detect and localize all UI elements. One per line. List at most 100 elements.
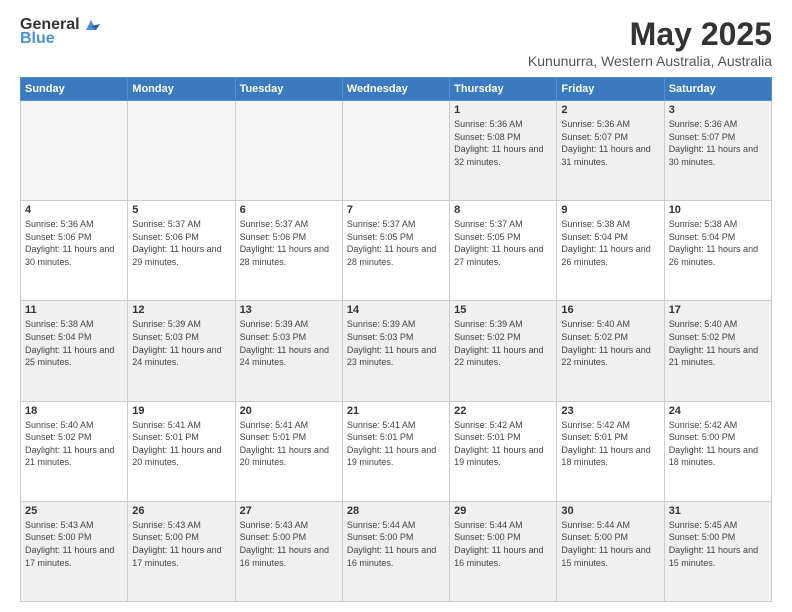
calendar-week-row: 18 Sunrise: 5:40 AM Sunset: 5:02 PM Dayli… xyxy=(21,401,772,501)
day-info: Sunrise: 5:40 AM Sunset: 5:02 PM Dayligh… xyxy=(669,318,767,368)
day-number: 23 xyxy=(561,405,659,417)
table-row: 29 Sunrise: 5:44 AM Sunset: 5:00 PM Dayli… xyxy=(450,501,557,601)
table-row: 14Sunrise: 5:39 AM Sunset: 5:03 PM Dayli… xyxy=(342,301,449,401)
day-number: 18 xyxy=(25,405,123,417)
table-row: 18 Sunrise: 5:40 AM Sunset: 5:02 PM Dayli… xyxy=(21,401,128,501)
logo-icon xyxy=(82,16,100,34)
calendar-header-row: Sunday Monday Tuesday Wednesday Thursday… xyxy=(21,78,772,101)
calendar-week-row: 11Sunrise: 5:38 AM Sunset: 5:04 PM Dayli… xyxy=(21,301,772,401)
header: General Blue May 2025 Kununurra, Western… xyxy=(20,16,772,69)
day-info: Sunrise: 5:44 AM Sunset: 5:00 PM Dayligh… xyxy=(347,519,445,569)
col-thursday: Thursday xyxy=(450,78,557,101)
month-title: May 2025 xyxy=(528,16,772,53)
day-info: Sunrise: 5:37 AM Sunset: 5:05 PM Dayligh… xyxy=(347,218,445,268)
location-title: Kununurra, Western Australia, Australia xyxy=(528,53,772,69)
day-info: Sunrise: 5:43 AM Sunset: 5:00 PM Dayligh… xyxy=(132,519,230,569)
day-number: 10 xyxy=(669,204,767,216)
day-number: 28 xyxy=(347,505,445,517)
day-info: Sunrise: 5:38 AM Sunset: 5:04 PM Dayligh… xyxy=(669,218,767,268)
table-row: 16 Sunrise: 5:40 AM Sunset: 5:02 PM Dayli… xyxy=(557,301,664,401)
day-number: 17 xyxy=(669,304,767,316)
col-sunday: Sunday xyxy=(21,78,128,101)
day-info: Sunrise: 5:40 AM Sunset: 5:02 PM Dayligh… xyxy=(25,419,123,469)
day-info: Sunrise: 5:36 AM Sunset: 5:08 PM Dayligh… xyxy=(454,118,552,168)
day-number: 16 xyxy=(561,304,659,316)
day-info: Sunrise: 5:42 AM Sunset: 5:01 PM Dayligh… xyxy=(454,419,552,469)
day-number: 19 xyxy=(132,405,230,417)
day-number: 31 xyxy=(669,505,767,517)
day-info: Sunrise: 5:41 AM Sunset: 5:01 PM Dayligh… xyxy=(347,419,445,469)
table-row xyxy=(235,101,342,201)
table-row: 20 Sunrise: 5:41 AM Sunset: 5:01 PM Dayli… xyxy=(235,401,342,501)
day-number: 21 xyxy=(347,405,445,417)
day-number: 5 xyxy=(132,204,230,216)
day-number: 26 xyxy=(132,505,230,517)
day-info: Sunrise: 5:37 AM Sunset: 5:06 PM Dayligh… xyxy=(240,218,338,268)
title-block: May 2025 Kununurra, Western Australia, A… xyxy=(528,16,772,69)
day-number: 25 xyxy=(25,505,123,517)
table-row: 22 Sunrise: 5:42 AM Sunset: 5:01 PM Dayli… xyxy=(450,401,557,501)
table-row: 21 Sunrise: 5:41 AM Sunset: 5:01 PM Dayli… xyxy=(342,401,449,501)
day-number: 2 xyxy=(561,104,659,116)
table-row: 1 Sunrise: 5:36 AM Sunset: 5:08 PM Daylig… xyxy=(450,101,557,201)
day-info: Sunrise: 5:38 AM Sunset: 5:04 PM Dayligh… xyxy=(561,218,659,268)
day-number: 8 xyxy=(454,204,552,216)
table-row xyxy=(128,101,235,201)
table-row: 27Sunrise: 5:43 AM Sunset: 5:00 PM Dayli… xyxy=(235,501,342,601)
day-number: 7 xyxy=(347,204,445,216)
day-number: 4 xyxy=(25,204,123,216)
day-info: Sunrise: 5:40 AM Sunset: 5:02 PM Dayligh… xyxy=(561,318,659,368)
day-info: Sunrise: 5:36 AM Sunset: 5:07 PM Dayligh… xyxy=(561,118,659,168)
day-info: Sunrise: 5:39 AM Sunset: 5:03 PM Dayligh… xyxy=(132,318,230,368)
table-row: 12 Sunrise: 5:39 AM Sunset: 5:03 PM Dayli… xyxy=(128,301,235,401)
col-saturday: Saturday xyxy=(664,78,771,101)
calendar-week-row: 4 Sunrise: 5:36 AM Sunset: 5:06 PM Daylig… xyxy=(21,201,772,301)
day-info: Sunrise: 5:36 AM Sunset: 5:06 PM Dayligh… xyxy=(25,218,123,268)
day-number: 9 xyxy=(561,204,659,216)
table-row: 3 Sunrise: 5:36 AM Sunset: 5:07 PM Daylig… xyxy=(664,101,771,201)
table-row: 11Sunrise: 5:38 AM Sunset: 5:04 PM Dayli… xyxy=(21,301,128,401)
day-info: Sunrise: 5:39 AM Sunset: 5:03 PM Dayligh… xyxy=(347,318,445,368)
day-info: Sunrise: 5:36 AM Sunset: 5:07 PM Dayligh… xyxy=(669,118,767,168)
calendar-week-row: 1 Sunrise: 5:36 AM Sunset: 5:08 PM Daylig… xyxy=(21,101,772,201)
day-number: 12 xyxy=(132,304,230,316)
table-row xyxy=(342,101,449,201)
day-info: Sunrise: 5:42 AM Sunset: 5:00 PM Dayligh… xyxy=(669,419,767,469)
day-info: Sunrise: 5:39 AM Sunset: 5:03 PM Dayligh… xyxy=(240,318,338,368)
day-info: Sunrise: 5:42 AM Sunset: 5:01 PM Dayligh… xyxy=(561,419,659,469)
day-number: 29 xyxy=(454,505,552,517)
day-number: 22 xyxy=(454,405,552,417)
col-tuesday: Tuesday xyxy=(235,78,342,101)
day-number: 24 xyxy=(669,405,767,417)
table-row: 30Sunrise: 5:44 AM Sunset: 5:00 PM Dayli… xyxy=(557,501,664,601)
day-info: Sunrise: 5:44 AM Sunset: 5:00 PM Dayligh… xyxy=(454,519,552,569)
day-info: Sunrise: 5:38 AM Sunset: 5:04 PM Dayligh… xyxy=(25,318,123,368)
table-row: 13Sunrise: 5:39 AM Sunset: 5:03 PM Dayli… xyxy=(235,301,342,401)
logo: General Blue xyxy=(20,16,100,48)
table-row: 2 Sunrise: 5:36 AM Sunset: 5:07 PM Daylig… xyxy=(557,101,664,201)
day-info: Sunrise: 5:45 AM Sunset: 5:00 PM Dayligh… xyxy=(669,519,767,569)
day-number: 1 xyxy=(454,104,552,116)
day-info: Sunrise: 5:43 AM Sunset: 5:00 PM Dayligh… xyxy=(25,519,123,569)
table-row: 23 Sunrise: 5:42 AM Sunset: 5:01 PM Dayli… xyxy=(557,401,664,501)
calendar-table: Sunday Monday Tuesday Wednesday Thursday… xyxy=(20,77,772,602)
table-row: 8 Sunrise: 5:37 AM Sunset: 5:05 PM Daylig… xyxy=(450,201,557,301)
table-row: 19Sunrise: 5:41 AM Sunset: 5:01 PM Dayli… xyxy=(128,401,235,501)
day-number: 20 xyxy=(240,405,338,417)
table-row: 26 Sunrise: 5:43 AM Sunset: 5:00 PM Dayli… xyxy=(128,501,235,601)
day-info: Sunrise: 5:37 AM Sunset: 5:05 PM Dayligh… xyxy=(454,218,552,268)
table-row: 5Sunrise: 5:37 AM Sunset: 5:06 PM Daylig… xyxy=(128,201,235,301)
day-info: Sunrise: 5:41 AM Sunset: 5:01 PM Dayligh… xyxy=(240,419,338,469)
table-row: 17 Sunrise: 5:40 AM Sunset: 5:02 PM Dayli… xyxy=(664,301,771,401)
table-row: 28 Sunrise: 5:44 AM Sunset: 5:00 PM Dayli… xyxy=(342,501,449,601)
table-row: 9 Sunrise: 5:38 AM Sunset: 5:04 PM Daylig… xyxy=(557,201,664,301)
col-friday: Friday xyxy=(557,78,664,101)
day-number: 3 xyxy=(669,104,767,116)
day-info: Sunrise: 5:39 AM Sunset: 5:02 PM Dayligh… xyxy=(454,318,552,368)
day-number: 30 xyxy=(561,505,659,517)
page: General Blue May 2025 Kununurra, Western… xyxy=(0,0,792,612)
day-number: 6 xyxy=(240,204,338,216)
table-row: 31 Sunrise: 5:45 AM Sunset: 5:00 PM Dayli… xyxy=(664,501,771,601)
table-row: 25 Sunrise: 5:43 AM Sunset: 5:00 PM Dayli… xyxy=(21,501,128,601)
table-row: 10 Sunrise: 5:38 AM Sunset: 5:04 PM Dayli… xyxy=(664,201,771,301)
